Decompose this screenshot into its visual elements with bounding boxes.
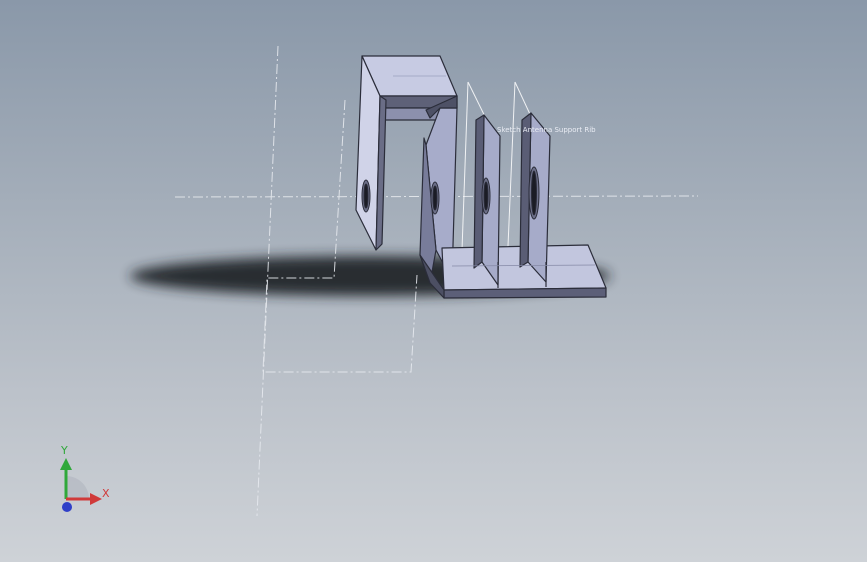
graphics-viewport[interactable]: Sketch Antenna Support Rib Y X [0,0,867,562]
sketch-annotation: Sketch Antenna Support Rib [497,126,596,134]
triad-z-axis-icon [62,502,72,512]
model-view[interactable] [0,0,867,562]
triad-x-label: X [102,487,110,500]
triad-plane-wedge [66,476,89,499]
triad-y-arrow-icon [60,458,72,470]
triad-y-label: Y [61,444,68,457]
sketch-plane-outline [262,99,418,373]
base-front-face [443,287,607,299]
triad-x-arrow-icon [90,493,102,505]
orientation-triad[interactable] [60,458,102,512]
